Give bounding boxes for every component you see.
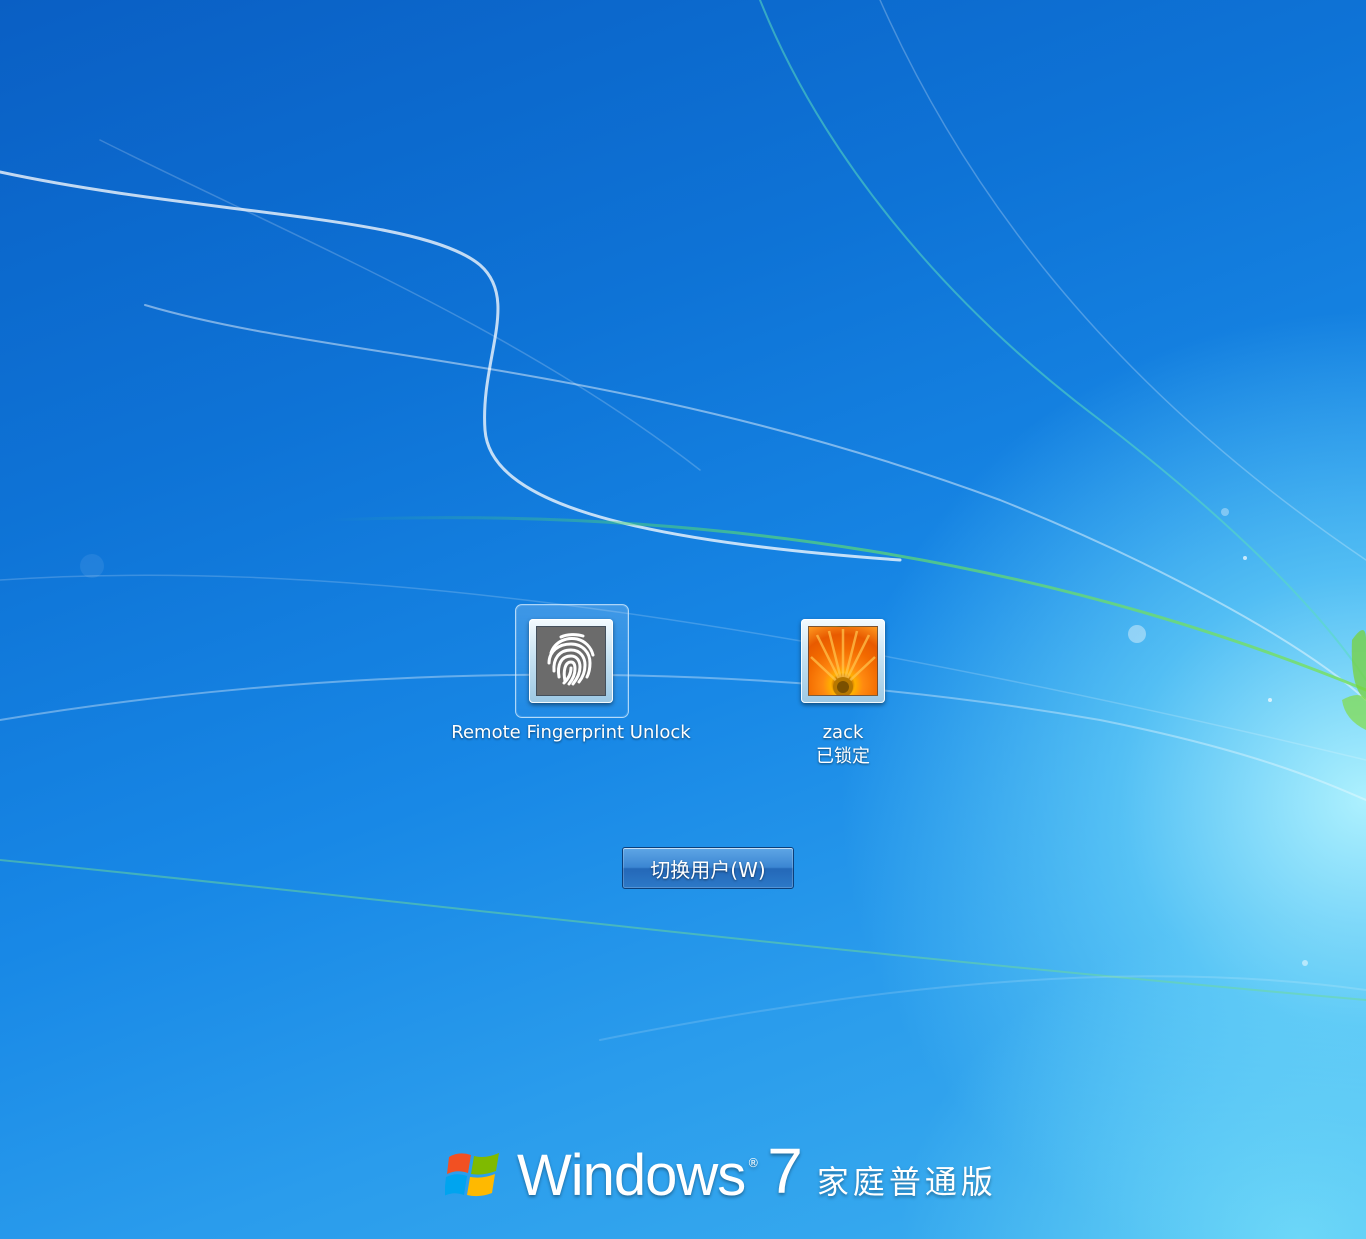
- windows-branding: Windows ® 7 家庭普通版: [445, 1135, 997, 1210]
- switch-user-button[interactable]: 切换用户(W): [622, 847, 794, 889]
- registered-mark: ®: [747, 1156, 760, 1170]
- user-picture-frame[interactable]: [529, 619, 613, 703]
- user-picture-frame[interactable]: [801, 619, 885, 703]
- windows-edition: 家庭普通版: [816, 1163, 997, 1201]
- flower-petals: [810, 629, 876, 695]
- orange-flower-picture: [808, 626, 878, 696]
- windows-wordmark: Windows: [517, 1142, 746, 1208]
- windows-version: 7: [767, 1135, 803, 1207]
- user-tile-remote-fingerprint[interactable]: Remote Fingerprint Unlock: [441, 619, 701, 745]
- user-name-label: zack: [822, 722, 864, 743]
- user-tile-zack[interactable]: zack 已锁定: [743, 619, 943, 769]
- user-name-label: Remote Fingerprint Unlock: [451, 722, 691, 743]
- user-status-label: 已锁定: [816, 746, 870, 767]
- fingerprint-icon: [547, 633, 595, 686]
- windows-logo-icon: [445, 1153, 499, 1197]
